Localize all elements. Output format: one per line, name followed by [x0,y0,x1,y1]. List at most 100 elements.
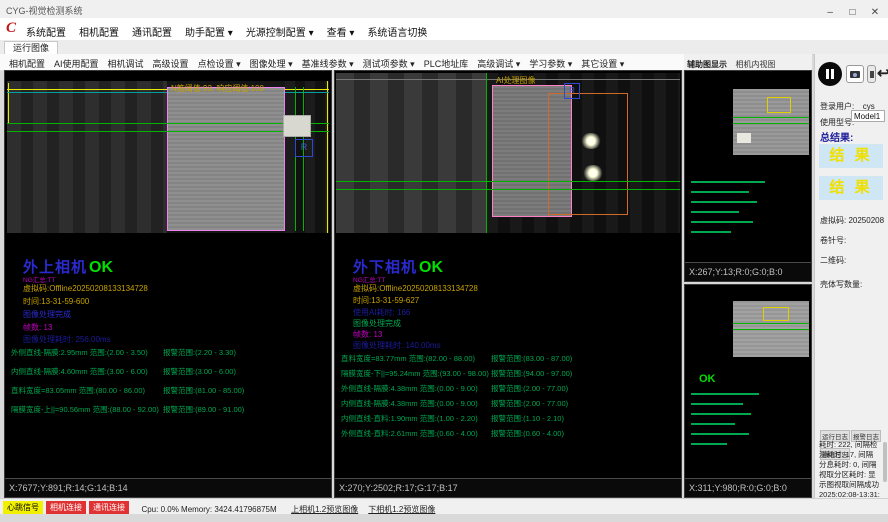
coordinate-bar: X:7677;Y:891;R:14;G:14;B:14 [5,478,331,497]
connector-tab [283,115,311,137]
model-input[interactable]: Model1 [851,110,885,122]
measurement-value: 隔膜宽度-上||=90.56mm 范围:(88.00 - 92.00) [11,404,163,423]
alarm-range: 报警范围:(81.00 - 85.00) [163,385,244,404]
menu-item[interactable]: 系统语言切换 [367,24,427,39]
measure-line [336,189,680,190]
aux-view-header: 辅助图显示 相机内视图卷绕内视图 [684,54,812,71]
roi-marker: R [564,83,580,99]
measurement-row: 直料宽度=83.77mm 范围:(82.00 - 88.00)报警范围:(83.… [341,353,677,368]
alarm-range: 报警范围:(94.00 - 97.00) [491,368,572,383]
overlay-line [327,81,328,233]
pause-button[interactable] [818,62,842,86]
led-glow [580,133,602,149]
menu-item[interactable]: 系统配置 [26,24,66,39]
camera-image[interactable]: R AI处理图像 [336,73,680,233]
measurement-row: 直料宽度=83.05mm 范围:(80.00 - 86.00)报警范围:(81.… [11,385,327,404]
measurement-value: 内侧直线-直料:1.90mm 范围:(1.00 - 2.20) [341,413,491,428]
measurement-value: 外侧直线-直料:2.61mm 范围:(0.60 - 4.00) [341,428,491,443]
image-background [336,73,486,233]
ai-overlay-text: AI处理图像 [496,75,536,86]
measurement-row: 内侧直线-隔膜:4.60mm 范围:(3.00 - 6.00)报警范围:(3.0… [11,366,327,385]
frame-count-line: 帧数: 13 [23,322,52,333]
alarm-range: 报警范围:(1.10 - 2.10) [491,413,564,428]
maximize-button[interactable]: □ [844,7,862,18]
camera-icon [850,71,860,78]
elapsed-line: 图像处理耗时: 256.00ms [23,334,111,345]
window-title: CYG-视觉检测系统 [6,4,83,17]
status-badge: 心跳信号 [3,501,43,514]
qr-code-label: 二维码: [820,256,846,265]
measure-line [7,123,329,124]
camera-image[interactable]: R N筋阈值:93, 响应阈值:100 [7,81,329,233]
roi-marker [763,307,789,321]
measurement-value: 外侧直线-隔膜:4.38mm 范围:(0.00 - 9.00) [341,383,491,398]
title-bar: CYG-视觉检测系统 – □ ✕ [0,0,888,19]
result-text: 结 果 [829,179,872,196]
menu-item[interactable]: 查看 ▾ [327,24,355,39]
measurement-value: 直料宽度=83.05mm 范围:(80.00 - 86.00) [11,385,163,404]
aux-result-text-lines [691,393,801,453]
model-label: 使用型号: [820,118,854,127]
pause-icon [831,69,834,79]
login-user-label: 登录用户: [820,102,854,111]
total-result-label: 总结果: [820,133,853,144]
right-sidebar: ↩ 登录用户: cys 使用型号: Model1 总结果: 结 果 结 果 虚拟… [814,54,888,498]
elapsed-line: 图像处理耗时: 140.00ms [353,340,441,351]
led-glow [582,165,604,181]
virtual-code-row: 虚拟码: 20250208 [820,210,885,228]
measurement-list: 外侧直线-隔膜:2.95mm 范围:(2.00 - 3.50)报警范围:(2.2… [11,347,327,423]
aux-view-1[interactable]: X:267;Y:13;R:0;G:0;B:0 [684,70,812,282]
camera-lens [853,73,857,77]
log-scrollbar[interactable] [883,442,887,482]
menu-item[interactable]: 光源控制配置 ▾ [246,24,314,39]
shell-count-row: 壳体写数量: [820,274,885,292]
measure-line [7,131,329,132]
pixel-coordinates: X:7677;Y:891;R:14;G:14;B:14 [9,483,128,493]
result-text: 结 果 [829,147,872,164]
camera-view-upper-outer[interactable]: R N筋阈值:93, 响应阈值:100 外上相机OK NG汇总:TT 虚拟码:O… [4,70,332,498]
ai-time-line: 使用AI耗时: 166 [353,307,410,318]
barcode-line: 虚拟码:Offline20250208133134728 [353,283,478,294]
alarm-range: 报警范围:(3.00 - 6.00) [163,366,236,385]
alarm-range: 报警范围:(89.00 - 91.00) [163,404,244,423]
measurement-row: 隔膜宽度-上||=90.56mm 范围:(88.00 - 92.00)报警范围:… [11,404,327,423]
back-arrow-button[interactable]: ↩ [877,64,888,82]
result-box-1: 结 果 [819,144,883,168]
aux-camera-image[interactable] [733,89,809,155]
qr-code-row: 二维码: [820,250,885,268]
measurement-row: 内侧直线-直料:1.90mm 范围:(1.00 - 2.20)报警范围:(1.1… [341,413,677,428]
roi-marker: R [295,139,313,157]
measurement-value: 内侧直线-隔膜:4.60mm 范围:(3.00 - 6.00) [11,366,163,385]
measurement-row: 内侧直线-隔膜:4.38mm 范围:(0.00 - 9.00)报警范围:(2.0… [341,398,677,413]
status-bar: 心跳信号相机连接通讯连接 Cpu: 0.0% Memory: 3424.4179… [0,498,888,515]
menu-item[interactable]: 相机配置 [79,24,119,39]
window-bottom-edge [0,514,888,522]
barcode-line: 虚拟码:Offline20250208133134728 [23,283,148,294]
tab-run-image[interactable]: 运行图像 [4,41,58,54]
ok-status: OK [419,259,443,276]
pin-number-label: 卷针号: [820,236,846,245]
ok-status: OK [699,373,716,385]
measurement-value: 外侧直线-隔膜:2.95mm 范围:(2.00 - 3.50) [11,347,163,366]
aux-view-2[interactable]: OK X:311;Y:980;R:0;G:0;B:0 [684,284,812,498]
menu-item[interactable]: 助手配置 ▾ [185,24,233,39]
minimize-button[interactable]: – [821,7,839,18]
roi-marker [767,97,791,113]
status-badge: 通讯连接 [89,501,129,514]
menu-bar: C 系统配置相机配置通讯配置助手配置 ▾光源控制配置 ▾查看 ▾系统语言切换 [0,18,888,41]
measurement-row: 外侧直线-直料:2.61mm 范围:(0.60 - 4.00)报警范围:(0.6… [341,428,677,443]
measure-line [486,73,487,233]
measurement-row: 外侧直线-隔膜:4.38mm 范围:(0.00 - 9.00)报警范围:(2.0… [341,383,677,398]
small-tool-button[interactable] [867,65,876,83]
alarm-range: 报警范围:(2.00 - 77.00) [491,383,568,398]
close-button[interactable]: ✕ [866,7,884,18]
camera-tool-button[interactable] [846,65,864,83]
menu-item[interactable]: 通讯配置 [132,24,172,39]
coordinate-bar: X:311;Y:980;R:0;G:0;B:0 [685,478,811,497]
pause-icon [826,69,829,79]
camera-view-lower-outer[interactable]: R AI处理图像 外下相机OK NG汇总:TT 虚拟码:Offline20250… [334,70,682,498]
aux-camera-image[interactable] [733,301,809,357]
measurement-row: 隔膜宽度-下||=95.24mm 范围:(93.00 - 98.00)报警范围:… [341,368,677,383]
pixel-coordinates: X:267;Y:13;R:0;G:0;B:0 [689,267,783,277]
app-window: CYG-视觉检测系统 – □ ✕ C 系统配置相机配置通讯配置助手配置 ▾光源控… [0,0,888,522]
